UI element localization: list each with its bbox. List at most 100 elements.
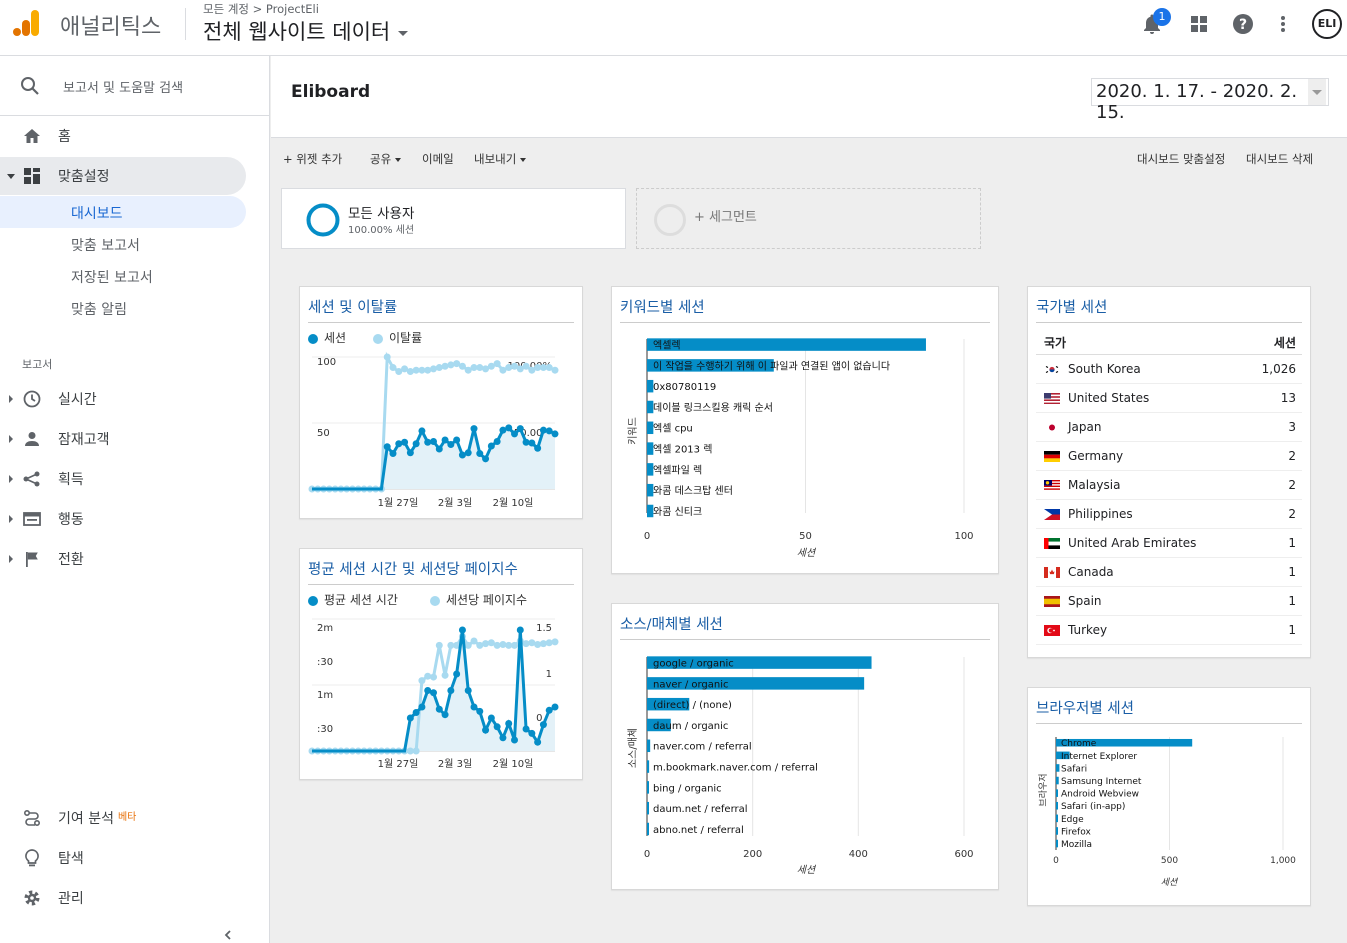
avg-duration-chart: 2m :30 1m :30 1.5 1 0.5 1월 27일 2월 3일 2월 … xyxy=(308,618,559,770)
series-point-secondary xyxy=(470,637,478,645)
legend-label: 평균 세션 시간 xyxy=(324,593,398,607)
flag-us-icon xyxy=(1044,393,1060,404)
person-icon xyxy=(22,429,42,449)
legend-label: 세션당 페이지수 xyxy=(446,593,528,607)
app-name: 애널리틱스 xyxy=(60,15,162,40)
sidebar-item-label: 탐색 xyxy=(58,851,84,867)
x-tick-label: 400 xyxy=(849,849,868,860)
series-point-secondary xyxy=(406,368,414,376)
widget-title: 소스/매체별 세션 xyxy=(620,617,723,633)
table-header: 국가 세션 xyxy=(1036,329,1302,355)
share-button[interactable]: 공유 xyxy=(370,151,402,167)
view-selector[interactable]: 전체 웹사이트 데이터 xyxy=(203,16,409,46)
sidebar-item-audience[interactable]: 잠재고객 xyxy=(0,420,246,458)
customize-dashboard-button[interactable]: 대시보드 맞춤설정 xyxy=(1137,151,1225,167)
sidebar-item-admin[interactable]: 관리 xyxy=(0,879,246,917)
y-axis-label: 브라우저 xyxy=(1038,773,1049,806)
more-vert-icon[interactable] xyxy=(1271,12,1295,36)
sources-bar-chart: 소스/매체 세션 google / organic naver / organic… xyxy=(627,656,974,876)
date-range-value: 2020. 1. 17. - 2020. 2. 15. xyxy=(1096,81,1298,123)
bar xyxy=(647,760,650,773)
collapse-sidebar-icon[interactable] xyxy=(222,929,234,941)
bar-category-label: Samsung Internet xyxy=(1061,777,1142,787)
email-button[interactable]: 이메일 xyxy=(422,151,454,167)
series-point-primary xyxy=(493,437,501,445)
add-widget-button[interactable]: + 위젯 추가 xyxy=(283,151,342,167)
sidebar-item-custom-alerts[interactable]: 맞춤 알림 xyxy=(0,292,246,324)
series-point-primary xyxy=(435,705,443,713)
add-segment-button[interactable]: + 세그먼트 xyxy=(636,188,981,249)
series-point-primary xyxy=(441,436,449,444)
right-tick-label: 1.5 xyxy=(536,623,552,634)
x-tick-label: 100 xyxy=(954,531,973,542)
analytics-logo-icon[interactable] xyxy=(12,8,42,38)
delete-dashboard-button[interactable]: 대시보드 삭제 xyxy=(1246,151,1313,167)
table-row[interactable]: Japan 3 xyxy=(1036,413,1302,442)
apps-grid-icon[interactable] xyxy=(1187,12,1211,36)
table-row[interactable]: Germany 2 xyxy=(1036,442,1302,471)
table-row[interactable]: Malaysia 2 xyxy=(1036,471,1302,500)
table-row[interactable]: Turkey 1 xyxy=(1036,616,1302,645)
flag-de-icon xyxy=(1044,451,1060,462)
country-sessions: 2 xyxy=(1288,449,1296,463)
sidebar-item-customization[interactable]: 맞춤설정 xyxy=(0,157,246,195)
sidebar-item-home[interactable]: 홈 xyxy=(0,117,246,155)
reports-section-label: 보고서 xyxy=(22,358,53,371)
sidebar-item-label: 홈 xyxy=(58,129,71,145)
acquisition-icon xyxy=(22,469,42,489)
series-point-primary xyxy=(482,726,490,734)
series-area xyxy=(312,427,555,489)
segment-all-users[interactable]: 모든 사용자 100.00% 세션 xyxy=(281,188,626,249)
table-row[interactable]: United States 13 xyxy=(1036,384,1302,413)
bar xyxy=(1056,764,1060,772)
sidebar-item-discover[interactable]: 탐색 xyxy=(0,839,246,877)
series-point-primary xyxy=(505,720,513,727)
account-avatar[interactable]: ELI xyxy=(1312,9,1342,39)
export-button[interactable]: 내보내기 xyxy=(474,151,527,167)
sidebar-item-custom-reports[interactable]: 맞춤 보고서 xyxy=(0,228,246,260)
y-tick-label: 1m xyxy=(317,690,333,701)
table-row[interactable]: Spain 1 xyxy=(1036,587,1302,616)
sidebar-item-dashboard[interactable]: 대시보드 xyxy=(0,196,246,228)
widget-title-rule xyxy=(308,322,574,323)
sidebar-item-label: 잠재고객 xyxy=(58,432,110,448)
dashboard-toolbar: + 위젯 추가 공유 이메일 내보내기 대시보드 맞춤설정 대시보드 삭제 xyxy=(271,139,1347,177)
table-row[interactable]: United Arab Emirates 1 xyxy=(1036,529,1302,558)
sidebar-search[interactable]: 보고서 및 도움말 검색 xyxy=(0,56,270,116)
dashboard-icon xyxy=(22,166,42,186)
sidebar-item-conversions[interactable]: 전환 xyxy=(0,540,246,578)
date-range-picker[interactable]: 2020. 1. 17. - 2020. 2. 15. xyxy=(1091,78,1329,123)
account-breadcrumb[interactable]: 모든 계정 > ProjectEli xyxy=(203,1,319,17)
table-row[interactable]: South Korea 1,026 xyxy=(1036,355,1302,384)
widget-title: 키워드별 세션 xyxy=(620,300,705,316)
bar-category-label: Chrome xyxy=(1061,739,1097,749)
table-row[interactable]: Canada 1 xyxy=(1036,558,1302,587)
sidebar-item-attribution[interactable]: 기여 분석 베타 xyxy=(0,799,246,837)
country-sessions: 1 xyxy=(1288,565,1296,579)
legend-label: 이탈률 xyxy=(389,331,423,345)
series-point-secondary xyxy=(383,353,391,361)
sidebar-item-label: 전환 xyxy=(58,552,84,568)
sidebar-item-behavior[interactable]: 행동 xyxy=(0,500,246,538)
country-sessions: 1 xyxy=(1288,623,1296,637)
sessions-bounce-chart: 100 50 100.00% 50.00% 1월 27일 2월 3일 2월 10… xyxy=(308,351,559,509)
x-tick-label: 0 xyxy=(644,531,650,542)
table-row[interactable]: Philippines 2 xyxy=(1036,500,1302,529)
bar-category-label: 0x80780119 xyxy=(653,382,716,393)
sidebar-item-label: 기여 분석 베타 xyxy=(58,808,136,828)
x-tick-label: 2월 10일 xyxy=(493,497,534,509)
legend-swatch xyxy=(430,595,440,606)
sidebar-item-saved-reports[interactable]: 저장된 보고서 xyxy=(0,260,246,292)
widget-sources: 소스/매체별 세션 소스/매체 세션 google / organic naver… xyxy=(611,603,999,890)
series-point-primary xyxy=(447,687,455,694)
sidebar-item-acquisition[interactable]: 획득 xyxy=(0,460,246,498)
series-point-primary xyxy=(551,703,559,711)
country-name: South Korea xyxy=(1068,362,1141,376)
series-point-primary xyxy=(412,709,420,716)
series-point-secondary xyxy=(551,366,559,374)
help-icon[interactable]: ? xyxy=(1231,12,1255,36)
chevron-down-icon xyxy=(395,157,402,162)
sidebar-item-realtime[interactable]: 실시간 xyxy=(0,380,246,418)
y-tick-label: 50 xyxy=(317,428,330,439)
expand-arrow-icon xyxy=(9,475,13,483)
